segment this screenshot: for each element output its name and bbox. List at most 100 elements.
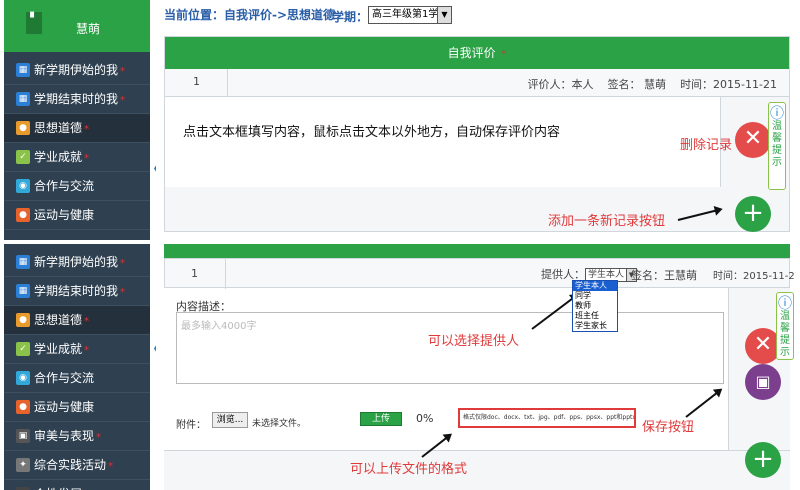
sidebar-item[interactable]: ▦ 学期结束时的我 * bbox=[4, 85, 150, 114]
sidebar-item[interactable]: ● 思想道德 * bbox=[4, 306, 150, 335]
sidebar-item-label: 思想道德 bbox=[34, 121, 83, 135]
provider-option[interactable]: 学生本人 bbox=[573, 281, 617, 291]
avatar[interactable]: ▘ bbox=[26, 12, 42, 34]
provider-option[interactable]: 同学 bbox=[573, 291, 617, 301]
attachment-label: 附件： bbox=[176, 420, 206, 431]
delete-annotation: 删除记录 bbox=[680, 138, 733, 153]
provider-option[interactable]: 学生家长 bbox=[573, 321, 617, 331]
tips-tab[interactable]: ⓘ 温馨提示 bbox=[768, 102, 786, 190]
ball-icon: ● bbox=[16, 208, 30, 222]
close-icon: ✕ bbox=[743, 126, 763, 151]
required-star: * bbox=[120, 258, 126, 269]
tips-label: 温馨提示 bbox=[772, 121, 782, 168]
no-file-text: 未选择文件。 bbox=[252, 419, 307, 429]
provider-annotation: 可以选择提供人 bbox=[428, 334, 520, 349]
required-star: * bbox=[84, 124, 90, 135]
check-icon: ✓ bbox=[16, 150, 30, 164]
sidebar-item-label: 学期结束时的我 bbox=[34, 284, 119, 298]
eval-header: 自我评价 * bbox=[165, 37, 789, 69]
term-select[interactable]: 高三年级第1学期 ▼ bbox=[368, 6, 452, 24]
sidebar-item-label: 运动与健康 bbox=[34, 208, 95, 222]
plus-icon: + bbox=[742, 198, 764, 228]
info-person-icon: ⓘ bbox=[770, 106, 784, 122]
add-record-button[interactable]: + bbox=[735, 196, 771, 232]
main-content: 1 提供人： 学生本人 ▼ 签名：王慧萌 时间：2015-11-21 学生本人 同学教… bbox=[156, 244, 796, 490]
screenshot-panel-2: ▦ 新学期伊始的我 * ▦ 学期结束时的我 * ● 思想道德 * ✓ 学业成就 * ◉ 合作与交流 ● 运动与… bbox=[4, 244, 796, 490]
floppy-disk-icon: ▣ bbox=[755, 372, 771, 391]
record-number: 1 bbox=[191, 267, 198, 280]
sidebar-item-label: 运动与健康 bbox=[34, 400, 95, 414]
required-star: * bbox=[501, 49, 507, 60]
content-text: 点击文本框填写内容，鼠标点击文本以外地方，自动保存评价内容 bbox=[183, 125, 561, 140]
picture-icon: ▣ bbox=[16, 429, 30, 443]
breadcrumb: 当前位置：自我评价->思想道德 bbox=[164, 8, 336, 22]
ball-icon: ● bbox=[16, 400, 30, 414]
sidebar-item[interactable]: ✦ 综合实践活动 * bbox=[4, 451, 150, 480]
calendar-icon: ▦ bbox=[16, 255, 30, 269]
sidebar-item[interactable]: ✓ 学业成就 * bbox=[4, 143, 150, 172]
sidebar: ▘ 慧萌 ▦ 新学期伊始的我 * ▦ 学期结束时的我 * ● 思想道德 * ✓ 学业成就 * ◉ 合作与交… bbox=[4, 0, 150, 240]
browse-button[interactable]: 浏览... bbox=[212, 412, 248, 428]
calendar-icon: ▦ bbox=[16, 92, 30, 106]
sidebar-item[interactable]: ◉ 合作与交流 bbox=[4, 364, 150, 393]
sidebar-item-label: 思想道德 bbox=[34, 313, 83, 327]
formats-annotation: 可以上传文件的格式 bbox=[350, 462, 468, 477]
provider-dropdown: 学生本人 同学 教师 班主任 学生家长 bbox=[572, 280, 618, 332]
content-textarea[interactable]: 点击文本框填写内容，鼠标点击文本以外地方，自动保存评价内容 bbox=[165, 97, 721, 187]
required-star: * bbox=[120, 66, 126, 77]
tools-icon: ✦ bbox=[16, 458, 30, 472]
sidebar-item-label: 学期结束时的我 bbox=[34, 92, 119, 106]
sidebar-item[interactable]: ▦ 新学期伊始的我 * bbox=[4, 248, 150, 277]
sidebar-item[interactable]: ▦ 学期结束时的我 * bbox=[4, 277, 150, 306]
sidebar-item[interactable]: ● 思想道德 * bbox=[4, 114, 150, 143]
calendar-icon: ▦ bbox=[16, 63, 30, 77]
plus-icon: + bbox=[752, 444, 774, 474]
provider-option[interactable]: 教师 bbox=[573, 301, 617, 311]
upload-button[interactable]: 上传 bbox=[360, 412, 402, 426]
sidebar-item-label: 合作与交流 bbox=[34, 179, 95, 193]
user-name: 慧萌 bbox=[76, 22, 101, 36]
info-person-icon: ⓘ bbox=[778, 296, 792, 312]
sidebar-item[interactable]: ✓ 学业成就 * bbox=[4, 335, 150, 364]
sidebar-item[interactable]: ∩个性发展* bbox=[4, 480, 150, 490]
sidebar-item[interactable]: ◉ 合作与交流 bbox=[4, 172, 150, 201]
evaluator: 评价人：本人 bbox=[527, 78, 594, 91]
provider-option[interactable]: 班主任 bbox=[573, 311, 617, 321]
sidebar: ▦ 新学期伊始的我 * ▦ 学期结束时的我 * ● 思想道德 * ✓ 学业成就 * ◉ 合作与交流 ● 运动与… bbox=[4, 244, 150, 490]
record-info-row: 1 评价人：本人 签名： 慧萌 时间：2015-11-21 bbox=[165, 69, 789, 97]
upload-progress: 0% bbox=[416, 412, 434, 425]
tips-tab[interactable]: ⓘ 温馨提示 bbox=[776, 292, 794, 360]
sidebar-item-label: 合作与交流 bbox=[34, 371, 95, 385]
save-record-button[interactable]: ▣ bbox=[745, 364, 781, 400]
chat-icon: ◉ bbox=[16, 179, 30, 193]
required-star: * bbox=[84, 345, 90, 356]
allowed-formats: 格式仅限doc、docx、txt、jpg、pdf、pps、ppsx、ppt和pp… bbox=[458, 408, 636, 428]
required-star: * bbox=[120, 95, 126, 106]
sidebar-item-label: 学业成就 bbox=[34, 150, 83, 164]
sidebar-item[interactable]: ▦ 新学期伊始的我 * bbox=[4, 56, 150, 85]
term-label: 学期： bbox=[332, 10, 369, 24]
required-star: * bbox=[120, 287, 126, 298]
check-icon: ✓ bbox=[16, 342, 30, 356]
delete-record-button[interactable]: ✕ bbox=[735, 122, 771, 158]
sidebar-item[interactable]: ● 运动与健康 bbox=[4, 201, 150, 230]
sidebar-item-label: 学业成就 bbox=[34, 342, 83, 356]
add-annotation: 添加一条新记录按钮 bbox=[548, 214, 666, 229]
screenshot-panel-1: ▘ 慧萌 ▦ 新学期伊始的我 * ▦ 学期结束时的我 * ● 思想道德 * ✓ 学业成就 * ◉ 合作与交… bbox=[4, 0, 796, 240]
signature: 签名： 慧萌 bbox=[607, 78, 667, 91]
close-icon: ✕ bbox=[753, 332, 773, 357]
required-star: * bbox=[84, 316, 90, 327]
record-time: 时间：2015-11-21 bbox=[680, 78, 777, 91]
medal-icon: ● bbox=[16, 313, 30, 327]
desc-placeholder: 最多输入4000字 bbox=[181, 321, 257, 332]
sidebar-item-label: 综合实践活动 bbox=[34, 458, 107, 472]
sidebar-header: ▘ 慧萌 bbox=[4, 0, 150, 52]
eval-title: 自我评价 bbox=[447, 46, 496, 60]
tips-label: 温馨提示 bbox=[780, 311, 790, 358]
add-record-button[interactable]: + bbox=[745, 442, 781, 478]
arrow-icon bbox=[685, 389, 722, 418]
record-meta: 评价人：本人 签名： 慧萌 时间：2015-11-21 bbox=[528, 76, 777, 92]
save-annotation: 保存按钮 bbox=[642, 420, 695, 435]
sidebar-item[interactable]: ● 运动与健康 bbox=[4, 393, 150, 422]
sidebar-item[interactable]: ▣ 审美与表现 * bbox=[4, 422, 150, 451]
